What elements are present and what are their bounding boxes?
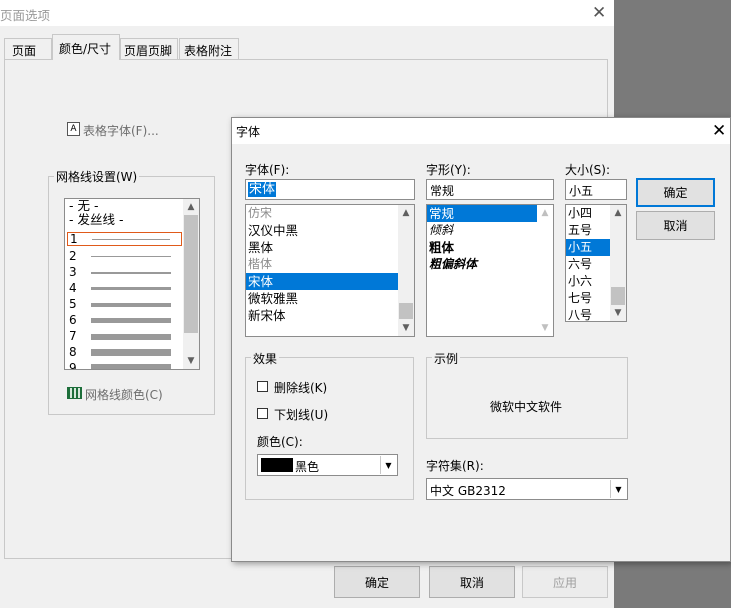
gridline-color-button[interactable]: 网格线颜色(C) [66, 385, 176, 403]
font-style-input[interactable]: 常规 [426, 179, 554, 200]
charset-label: 字符集(R): [426, 459, 484, 473]
font-size-list[interactable]: 小四 五号 小五 六号 小六 七号 八号 ▲ ▼ [565, 204, 627, 322]
scroll-down-icon[interactable]: ▼ [537, 320, 553, 336]
font-family-label: 字体(F): [245, 163, 290, 177]
gridline-item-hairline[interactable]: - 发丝线 - [65, 213, 183, 227]
scroll-up-icon[interactable]: ▲ [398, 205, 414, 221]
font-item-xinsong[interactable]: 新宋体 [246, 307, 414, 324]
gridline-item-9[interactable]: 9 [69, 361, 181, 369]
scroll-thumb[interactable] [611, 287, 625, 305]
close-icon[interactable]: ✕ [592, 3, 606, 23]
gridline-list-scrollbar[interactable]: ▲ ▼ [183, 199, 199, 369]
gridline-item-2[interactable]: 2 [69, 249, 181, 265]
gridline-item-8[interactable]: 8 [69, 345, 181, 361]
font-item-kaiti[interactable]: 楷体 [246, 256, 414, 273]
page-options-title: 页面选项 [0, 8, 51, 23]
color-select[interactable]: 黑色 ▼ [257, 454, 398, 476]
page-options-cancel-button[interactable]: 取消 [429, 566, 515, 598]
effects-group [245, 357, 414, 500]
close-icon[interactable]: ✕ [712, 121, 726, 141]
underline-label[interactable]: 下划线(U) [274, 406, 328, 423]
gridline-item-4[interactable]: 4 [69, 281, 181, 297]
effects-label: 效果 [251, 350, 280, 367]
style-list-scrollbar[interactable]: ▲ ▼ [537, 205, 553, 336]
scroll-down-icon[interactable]: ▼ [610, 305, 626, 321]
font-icon: A [67, 122, 80, 136]
style-item-italic[interactable]: 倾斜 [427, 222, 553, 239]
font-dialog-title: 字体 [236, 125, 261, 139]
gridline-item-5[interactable]: 5 [69, 297, 181, 313]
style-item-regular[interactable]: 常规 [427, 205, 537, 222]
gridline-list[interactable]: - 无 - - 发丝线 - 1 2 3 4 5 6 7 8 9 ▲ ▼ [64, 198, 200, 370]
strikeout-label[interactable]: 删除线(K) [274, 379, 327, 396]
strikeout-checkbox[interactable] [257, 381, 268, 392]
underline-checkbox[interactable] [257, 408, 268, 419]
scroll-up-icon[interactable]: ▲ [610, 205, 626, 221]
gridline-item-1[interactable]: 1 [67, 232, 182, 246]
font-family-list[interactable]: 仿宋 汉仪中黑 黑体 楷体 宋体 微软雅黑 新宋体 ▲ ▼ [245, 204, 415, 337]
tab-color-size[interactable]: 颜色/尺寸 [52, 34, 120, 60]
font-item-heiti[interactable]: 黑体 [246, 239, 414, 256]
font-size-input[interactable]: 小五 [565, 179, 627, 200]
font-family-input[interactable]: 宋体 [245, 179, 415, 200]
gridline-settings-label: 网格线设置(W) [54, 168, 140, 185]
chevron-down-icon[interactable]: ▼ [610, 480, 626, 498]
size-item-xiaowu[interactable]: 小五 [566, 239, 610, 256]
page-options-ok-button[interactable]: 确定 [334, 566, 420, 598]
size-list-scrollbar[interactable]: ▲ ▼ [610, 205, 626, 321]
page-options-titlebar: 页面选项 ✕ [0, 0, 614, 26]
font-item-hanyi[interactable]: 汉仪中黑 [246, 222, 414, 239]
scroll-thumb[interactable] [399, 303, 413, 319]
style-item-bold[interactable]: 粗体 [427, 239, 553, 256]
page-options-apply-button[interactable]: 应用 [522, 566, 608, 598]
scroll-up-icon[interactable]: ▲ [183, 199, 199, 215]
font-style-list[interactable]: 常规 倾斜 粗体 粗偏斜体 ▲ ▼ [426, 204, 554, 337]
font-ok-button[interactable]: 确定 [636, 178, 715, 207]
tab-table-notes[interactable]: 表格附注 [179, 38, 239, 59]
font-dialog: 字体 ✕ 字体(F): 宋体 仿宋 汉仪中黑 黑体 楷体 宋体 微软雅黑 新宋体… [231, 117, 731, 562]
font-list-scrollbar[interactable]: ▲ ▼ [398, 205, 414, 336]
grid-color-icon [67, 387, 82, 399]
table-font-button[interactable]: A 表格字体(F)... [66, 121, 166, 139]
font-dialog-titlebar: 字体 ✕ [232, 118, 730, 144]
scroll-down-icon[interactable]: ▼ [183, 353, 199, 369]
font-cancel-button[interactable]: 取消 [636, 211, 715, 240]
color-swatch [261, 458, 293, 472]
gridline-item-7[interactable]: 7 [69, 329, 181, 345]
font-item-fangsong[interactable]: 仿宋 [246, 205, 414, 222]
tab-page[interactable]: 页面 [4, 38, 52, 59]
font-size-label: 大小(S): [565, 163, 611, 177]
sample-text: 微软中文软件 [490, 400, 563, 414]
chevron-down-icon[interactable]: ▼ [380, 456, 396, 474]
scroll-thumb[interactable] [184, 215, 198, 333]
charset-select[interactable]: 中文 GB2312 ▼ [426, 478, 628, 500]
sample-label: 示例 [432, 350, 461, 367]
scroll-up-icon[interactable]: ▲ [537, 205, 553, 221]
color-label: 颜色(C): [257, 435, 303, 449]
gridline-item-6[interactable]: 6 [69, 313, 181, 329]
font-style-label: 字形(Y): [426, 163, 471, 177]
scroll-down-icon[interactable]: ▼ [398, 320, 414, 336]
tab-header-footer[interactable]: 页眉页脚 [120, 38, 178, 59]
font-item-yahei[interactable]: 微软雅黑 [246, 290, 414, 307]
font-item-songti[interactable]: 宋体 [246, 273, 398, 290]
style-item-bold-italic[interactable]: 粗偏斜体 [427, 256, 553, 273]
gridline-item-none[interactable]: - 无 - [65, 199, 183, 213]
gridline-item-3[interactable]: 3 [69, 265, 181, 281]
